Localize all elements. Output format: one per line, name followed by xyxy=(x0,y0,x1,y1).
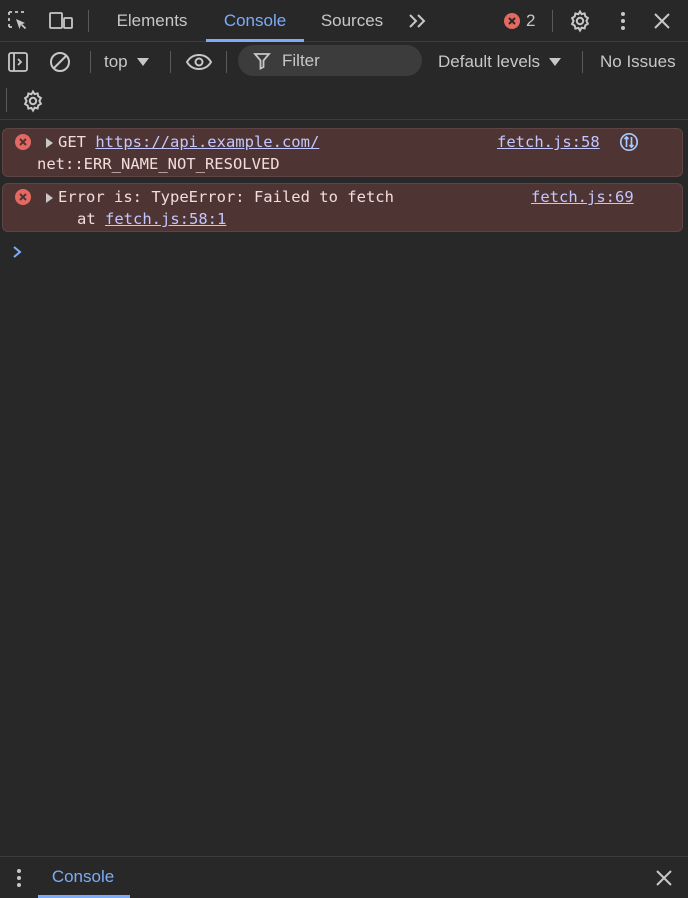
error-icon xyxy=(15,189,31,205)
console-toolbar-row2 xyxy=(0,82,688,120)
message-first-line: GET https://api.example.com/ xyxy=(58,133,319,151)
network-request-icon[interactable] xyxy=(619,132,639,156)
drawer-tab-console[interactable]: Console xyxy=(38,857,128,897)
console-error-message[interactable]: Error is: TypeError: Failed to fetch fet… xyxy=(2,183,683,232)
dropdown-arrow-icon xyxy=(549,58,562,66)
filter-input[interactable]: Filter xyxy=(238,45,422,76)
filter-funnel-icon xyxy=(253,52,271,70)
stack-prefix: at xyxy=(77,210,105,228)
log-levels-label: Default levels xyxy=(438,52,541,71)
log-levels-dropdown[interactable]: Default levels xyxy=(438,50,562,74)
source-link[interactable]: fetch.js:69 xyxy=(531,188,634,206)
filter-placeholder: Filter xyxy=(282,50,320,70)
stack-trace-line: at fetch.js:58:1 xyxy=(77,210,226,228)
close-devtools-icon[interactable] xyxy=(648,8,676,34)
drawer-menu-icon[interactable] xyxy=(6,865,32,891)
separator xyxy=(170,51,171,73)
expand-arrow-icon[interactable] xyxy=(46,138,53,148)
issues-counter[interactable]: No Issues xyxy=(600,52,676,72)
sidebar-toggle-icon[interactable] xyxy=(4,48,32,76)
error-detail: net::ERR_NAME_NOT_RESOLVED xyxy=(37,155,280,173)
source-link[interactable]: fetch.js:58 xyxy=(497,133,600,151)
drawer-bar: Console xyxy=(0,856,688,898)
separator xyxy=(6,88,7,112)
device-toolbar-icon[interactable] xyxy=(46,8,76,34)
kebab-menu-icon[interactable] xyxy=(610,8,636,34)
tab-elements[interactable]: Elements xyxy=(104,0,200,42)
request-url-link[interactable]: https://api.example.com/ xyxy=(95,133,319,151)
clear-console-icon[interactable] xyxy=(46,48,74,76)
live-expression-eye-icon[interactable] xyxy=(184,48,214,76)
separator xyxy=(552,10,553,32)
error-text: Error is: TypeError: Failed to fetch xyxy=(58,188,394,206)
error-count[interactable]: 2 xyxy=(526,11,535,31)
error-count-icon[interactable] xyxy=(504,13,520,29)
console-input[interactable] xyxy=(30,240,680,264)
separator xyxy=(582,51,583,73)
error-icon xyxy=(15,134,31,150)
separator xyxy=(90,51,91,73)
context-label: top xyxy=(104,52,128,71)
console-settings-gear-icon[interactable] xyxy=(19,87,47,115)
console-error-message[interactable]: GET https://api.example.com/ fetch.js:58… xyxy=(2,128,683,177)
more-tabs-icon[interactable] xyxy=(402,8,432,34)
tab-console[interactable]: Console xyxy=(208,0,302,42)
separator xyxy=(226,51,227,73)
request-method: GET xyxy=(58,133,96,151)
inspect-element-icon[interactable] xyxy=(4,8,32,34)
dropdown-arrow-icon xyxy=(136,58,149,66)
context-selector[interactable]: top xyxy=(104,50,150,74)
tab-sources[interactable]: Sources xyxy=(310,0,394,42)
stack-location-link[interactable]: fetch.js:58:1 xyxy=(105,210,226,228)
separator xyxy=(88,10,89,32)
expand-arrow-icon[interactable] xyxy=(46,193,53,203)
devtools-tabbar: Elements Console Sources 2 xyxy=(0,0,688,42)
console-prompt-icon[interactable] xyxy=(11,245,23,264)
settings-gear-icon[interactable] xyxy=(566,8,594,34)
close-drawer-icon[interactable] xyxy=(650,865,678,891)
